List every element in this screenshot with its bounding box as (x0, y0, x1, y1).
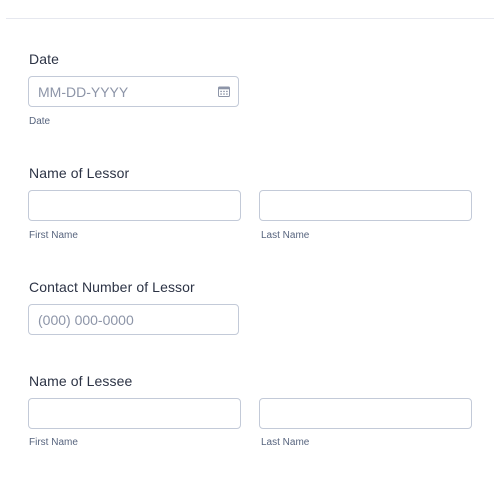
lessee-last-name-sublabel: Last Name (261, 437, 310, 448)
lessor-last-name-input[interactable] (259, 190, 472, 221)
lessor-name-label: Name of Lessor (29, 165, 130, 181)
date-input[interactable] (28, 76, 239, 107)
date-label: Date (29, 51, 59, 67)
lessor-first-name-sublabel: First Name (29, 230, 78, 241)
lessor-last-name-sublabel: Last Name (261, 230, 310, 241)
lessee-first-name-input[interactable] (28, 398, 241, 429)
lessee-first-name-sublabel: First Name (29, 437, 78, 448)
lessee-last-name-input[interactable] (259, 398, 472, 429)
top-divider (6, 18, 494, 19)
lessor-phone-input[interactable] (28, 304, 239, 335)
lessor-first-name-input[interactable] (28, 190, 241, 221)
date-sublabel: Date (29, 116, 51, 127)
lessor-contact-label: Contact Number of Lessor (29, 279, 195, 295)
lessee-name-label: Name of Lessee (29, 373, 133, 389)
calendar-icon[interactable] (218, 86, 230, 97)
